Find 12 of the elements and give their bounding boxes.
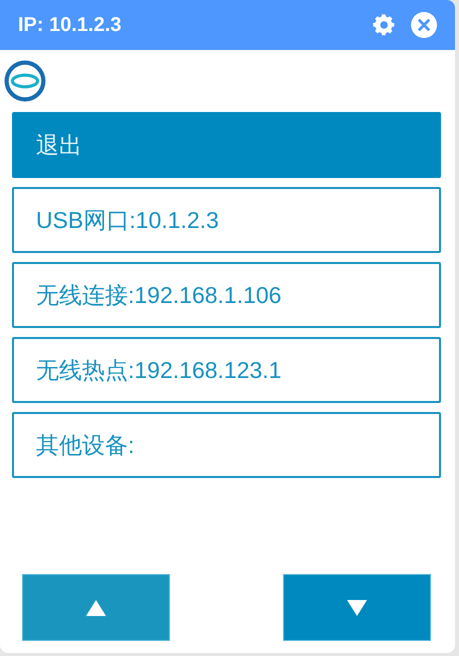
menu-item[interactable]: USB网口:10.1.2.3	[12, 187, 441, 253]
close-icon[interactable]	[411, 12, 437, 38]
menu-item[interactable]: 其他设备:	[12, 412, 441, 478]
menu-item[interactable]: 无线连接:192.168.1.106	[12, 262, 441, 328]
window-title: IP: 10.1.2.3	[18, 14, 122, 36]
menu-item[interactable]: 无线热点:192.168.123.1	[12, 337, 441, 403]
logo-icon	[4, 60, 46, 102]
scroll-down-button[interactable]	[283, 574, 431, 641]
settings-icon[interactable]	[371, 12, 397, 38]
down-arrow-icon	[346, 598, 368, 616]
menu-item[interactable]: 退出	[12, 112, 441, 178]
up-arrow-icon	[85, 598, 107, 616]
